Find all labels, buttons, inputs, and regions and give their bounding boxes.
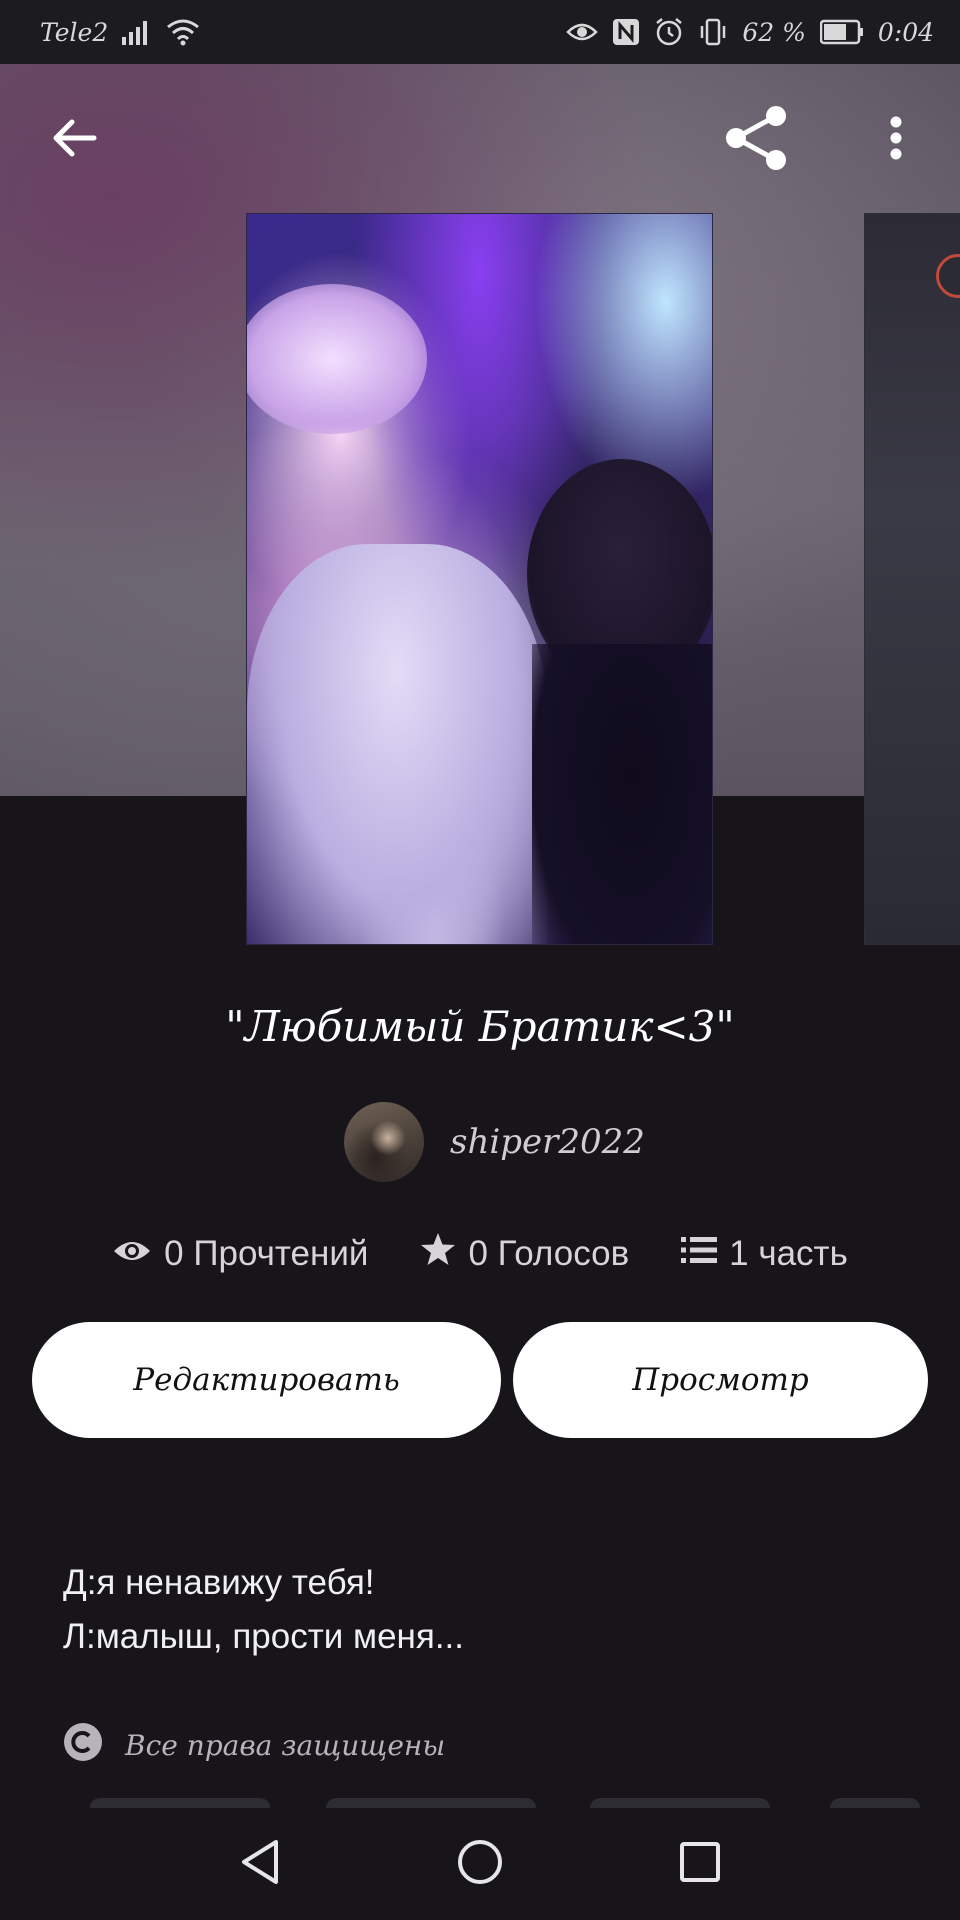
copyright-label: Все права защищены	[125, 1729, 446, 1762]
star-icon	[420, 1232, 456, 1275]
nav-home-button[interactable]	[440, 1824, 520, 1904]
more-options-button[interactable]	[856, 100, 936, 180]
nav-recents-button[interactable]	[660, 1824, 740, 1904]
more-vertical-icon	[888, 114, 904, 167]
eye-comfort-icon	[566, 21, 599, 43]
reads-count: 0 Прочтений	[164, 1233, 369, 1273]
description-line: Д:я ненавижу тебя!	[63, 1563, 375, 1602]
wifi-icon	[166, 18, 200, 46]
author-name[interactable]: shiper2022	[450, 1122, 645, 1162]
share-button[interactable]	[716, 100, 796, 180]
circle-home-icon	[456, 1838, 504, 1891]
clock: 0:04	[877, 17, 934, 47]
description-line: Л:малыш, прости меня...	[63, 1617, 464, 1656]
status-left: Tele2	[40, 18, 200, 47]
author-row[interactable]: shiper2022	[344, 1102, 645, 1182]
arrow-left-icon	[50, 114, 98, 167]
votes-count: 0 Голосов	[468, 1233, 630, 1273]
vibrate-icon	[698, 17, 728, 47]
eye-icon	[112, 1234, 152, 1274]
next-cover-image[interactable]	[864, 213, 960, 945]
parts-stat: 1 часть	[681, 1232, 848, 1275]
triangle-back-icon	[238, 1838, 282, 1891]
story-cover-image[interactable]	[246, 213, 713, 945]
reads-stat: 0 Прочтений	[112, 1232, 368, 1275]
square-recents-icon	[678, 1840, 722, 1889]
nfc-icon	[612, 18, 640, 46]
author-avatar[interactable]	[344, 1102, 424, 1182]
battery-icon	[819, 19, 864, 45]
share-icon	[722, 104, 790, 177]
cover-hair-highlight	[247, 284, 427, 434]
status-bar: Tele2 62 % 0:04	[0, 0, 960, 64]
system-nav-bar	[0, 1808, 960, 1920]
battery-percent: 62 %	[742, 17, 806, 47]
story-title: "Любимый Братик<3"	[225, 1002, 735, 1051]
story-description: Д:я ненавижу тебя! Л:малыш, прости меня.…	[63, 1556, 464, 1664]
cover-figure-left	[247, 544, 547, 944]
parts-count: 1 часть	[729, 1233, 848, 1273]
list-icon	[681, 1234, 718, 1274]
copyright-icon	[63, 1722, 103, 1769]
story-stats: 0 Прочтений 0 Голосов 1 часть	[0, 1232, 960, 1275]
copyright-row: Все права защищены	[63, 1722, 445, 1769]
edit-button[interactable]: Редактировать	[32, 1322, 501, 1438]
cover-figure-right-body	[532, 644, 712, 944]
preview-button[interactable]: Просмотр	[513, 1322, 928, 1438]
carrier-label: Tele2	[40, 17, 109, 47]
cover-badge-icon	[936, 254, 960, 298]
votes-stat: 0 Голосов	[420, 1232, 629, 1275]
back-button[interactable]	[34, 100, 114, 180]
status-right: 62 % 0:04	[566, 17, 934, 47]
alarm-icon	[654, 17, 684, 47]
nav-back-button[interactable]	[220, 1824, 300, 1904]
signal-icon	[122, 19, 152, 45]
tag-chips	[90, 1798, 920, 1818]
